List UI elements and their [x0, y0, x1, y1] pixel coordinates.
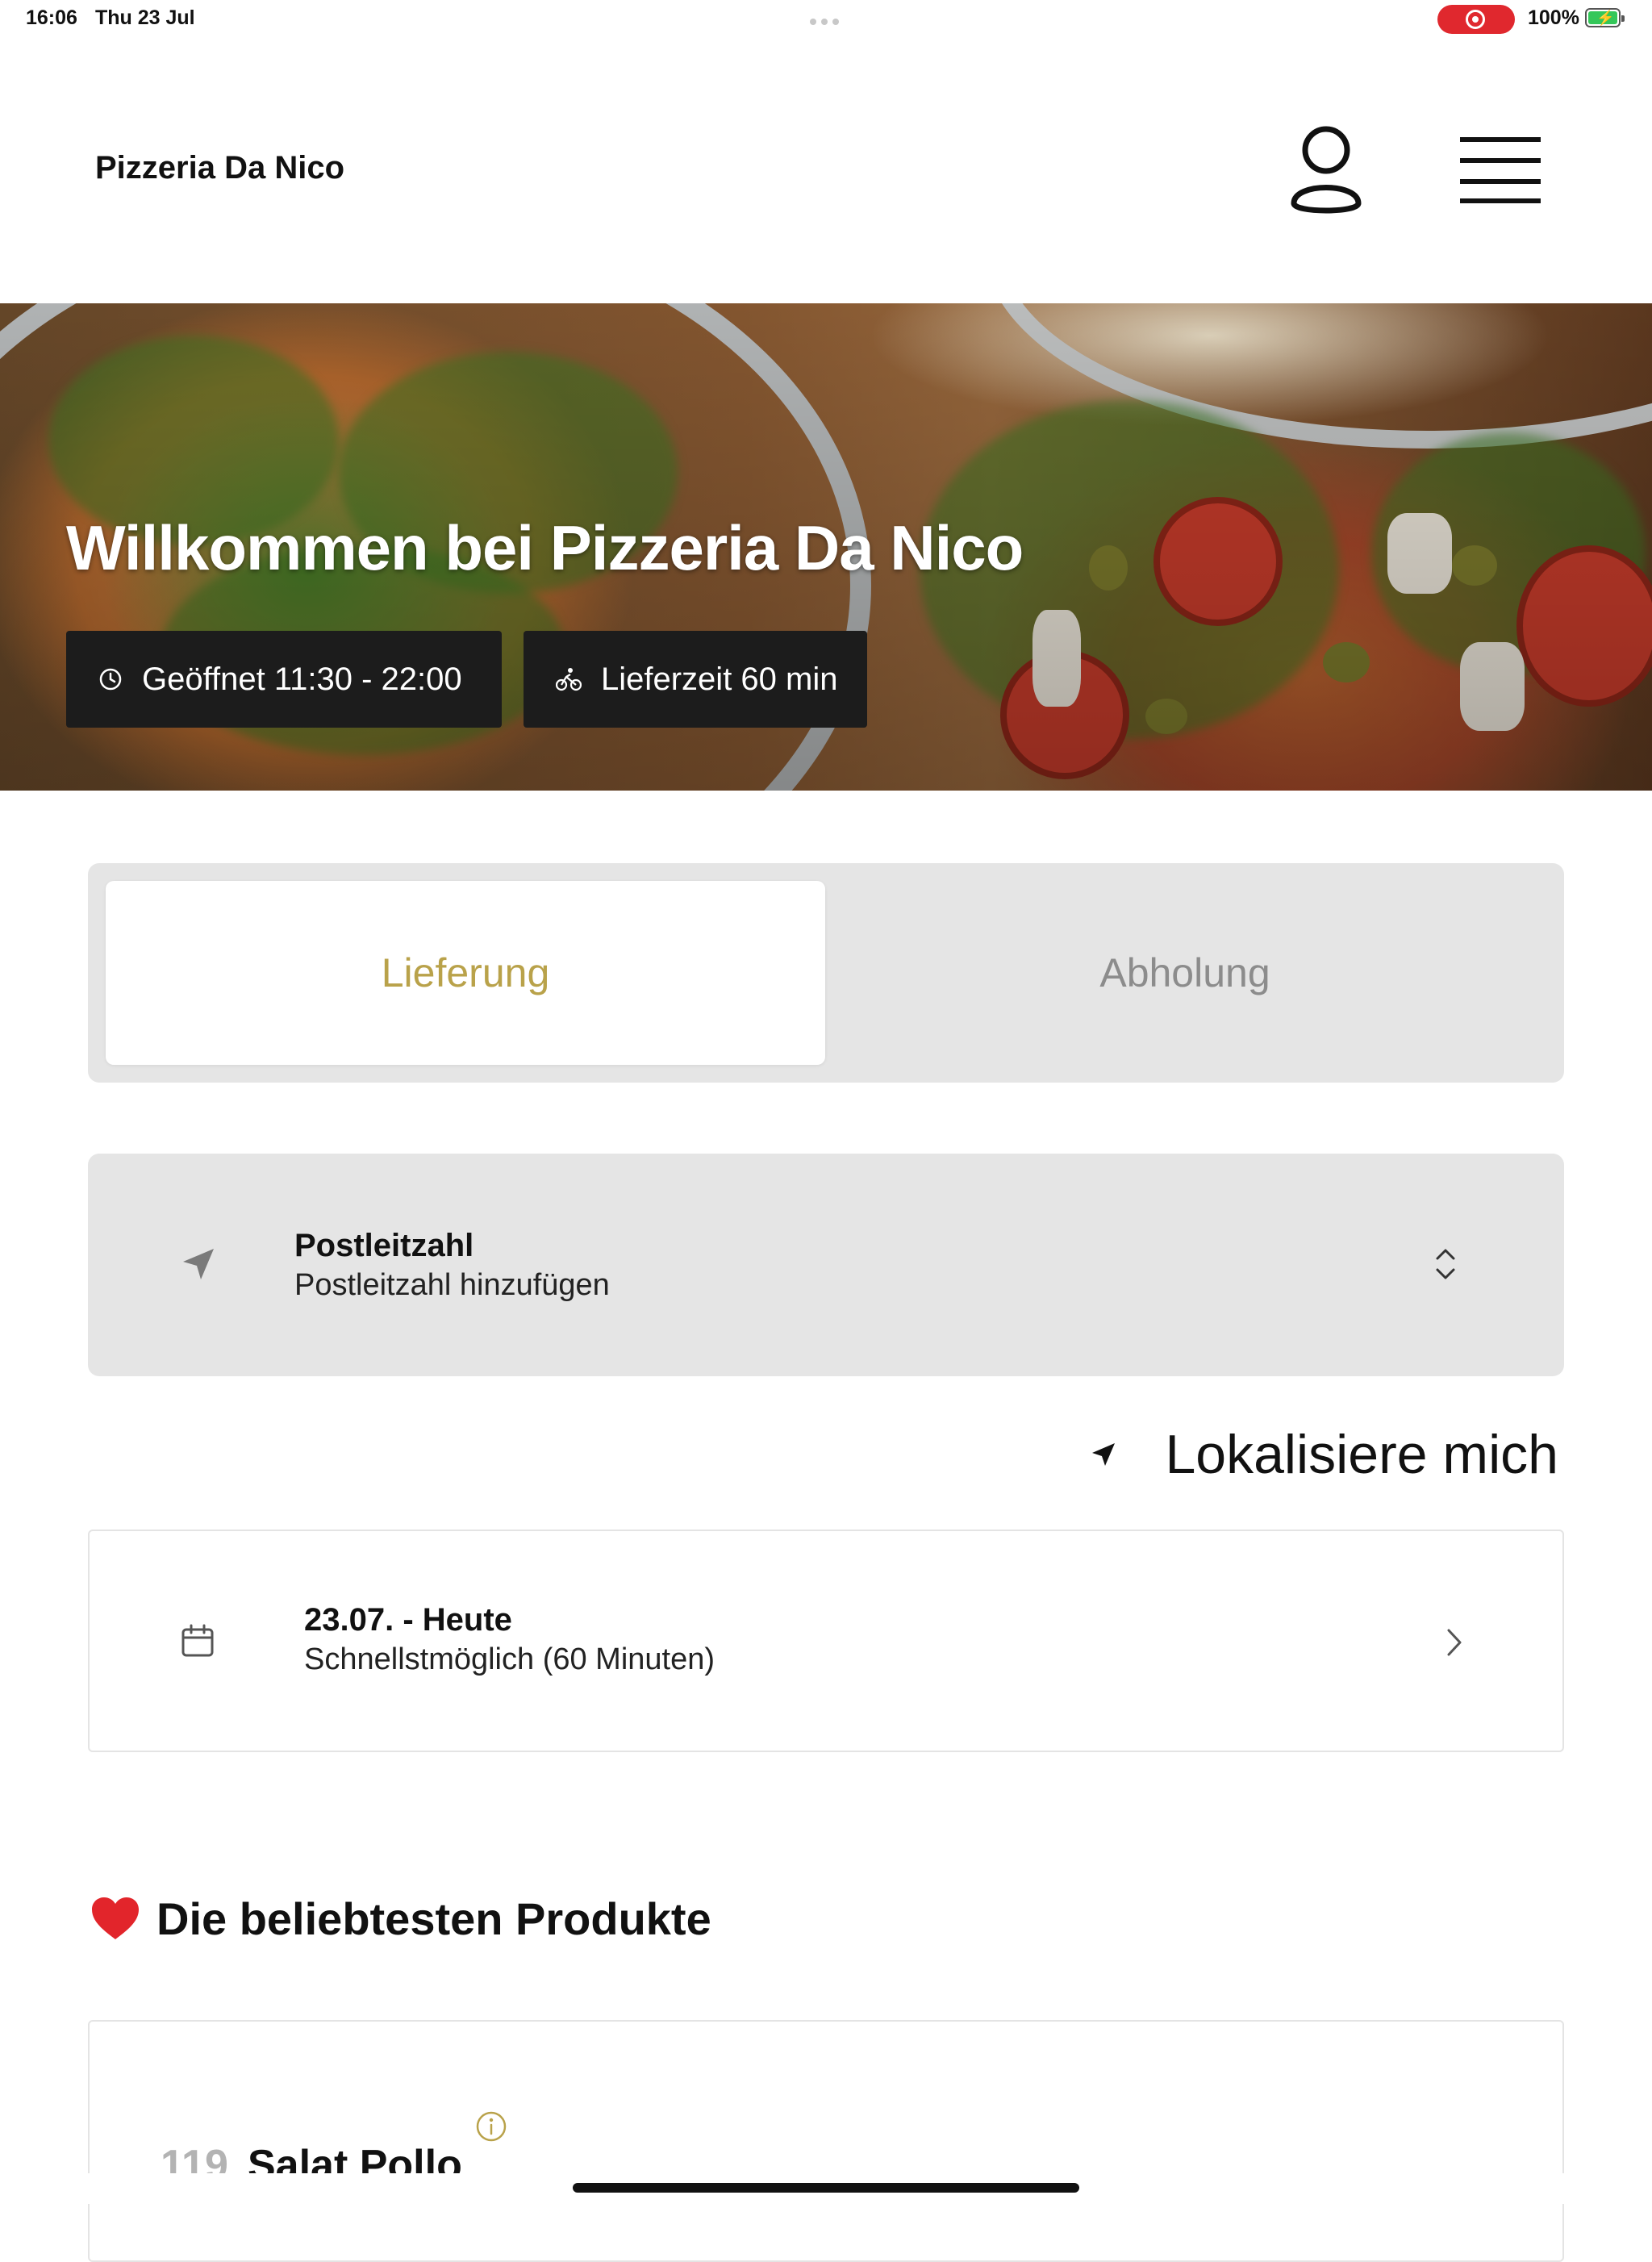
opening-hours-text: Geöffnet 11:30 - 22:00	[142, 661, 462, 697]
location-arrow-icon	[1092, 1443, 1116, 1466]
status-date: Thu 23 Jul	[95, 6, 195, 29]
chevron-up-down-icon	[1436, 1249, 1455, 1279]
schedule-time: Schnellstmöglich (60 Minuten)	[304, 1642, 715, 1676]
chevron-right-icon	[1447, 1629, 1462, 1656]
delivery-schedule-selector[interactable]: 23.07. - Heute Schnellstmöglich (60 Minu…	[88, 1530, 1564, 1752]
status-bar: 16:06 Thu 23 Jul 100% ⚡	[0, 0, 1652, 39]
tab-delivery[interactable]: Lieferung	[106, 881, 825, 1065]
postal-code-placeholder: Postleitzahl hinzufügen	[294, 1268, 610, 1302]
clock-icon	[99, 668, 122, 691]
location-arrow-icon	[183, 1249, 214, 1279]
postal-code-selector[interactable]: Postleitzahl Postleitzahl hinzufügen	[88, 1154, 1564, 1376]
hero-banner: Willkommen bei Pizzeria Da Nico Geöffnet…	[0, 303, 1652, 791]
tab-pickup[interactable]: Abholung	[825, 881, 1545, 1065]
locate-me-button[interactable]: Lokalisiere mich	[1087, 1423, 1558, 1486]
home-indicator[interactable]	[573, 2183, 1079, 2193]
brand-title[interactable]: Pizzeria Da Nico	[95, 150, 344, 186]
calendar-icon	[181, 1624, 214, 1657]
postal-code-label: Postleitzahl	[294, 1228, 474, 1263]
schedule-date: 23.07. - Heute	[304, 1602, 512, 1638]
hero-title: Willkommen bei Pizzeria Da Nico	[66, 512, 1024, 583]
heart-icon	[92, 1897, 139, 1939]
menu-icon[interactable]	[1460, 136, 1541, 205]
bicycle-icon	[556, 668, 582, 691]
info-icon[interactable]	[475, 2110, 507, 2143]
delivery-time-text: Lieferzeit 60 min	[601, 661, 838, 697]
product-card[interactable]: 119 Salat Pollo	[88, 2020, 1564, 2262]
battery-charging-icon: ⚡	[1585, 8, 1625, 27]
popular-products-title: Die beliebtesten Produkte	[156, 1893, 711, 1944]
multitasking-dots-icon[interactable]	[810, 15, 844, 25]
status-time: 16:06	[26, 6, 77, 29]
delivery-time-badge: Lieferzeit 60 min	[524, 631, 867, 728]
battery-percentage: 100%	[1528, 6, 1579, 29]
popular-products-heading: Die beliebtesten Produkte	[90, 1893, 711, 1945]
order-mode-segmented-control: Lieferung Abholung	[88, 863, 1564, 1083]
opening-hours-badge: Geöffnet 11:30 - 22:00	[66, 631, 502, 728]
locate-me-label: Lokalisiere mich	[1165, 1424, 1558, 1485]
screen-recording-icon[interactable]	[1437, 5, 1515, 34]
user-icon[interactable]	[1287, 124, 1365, 218]
